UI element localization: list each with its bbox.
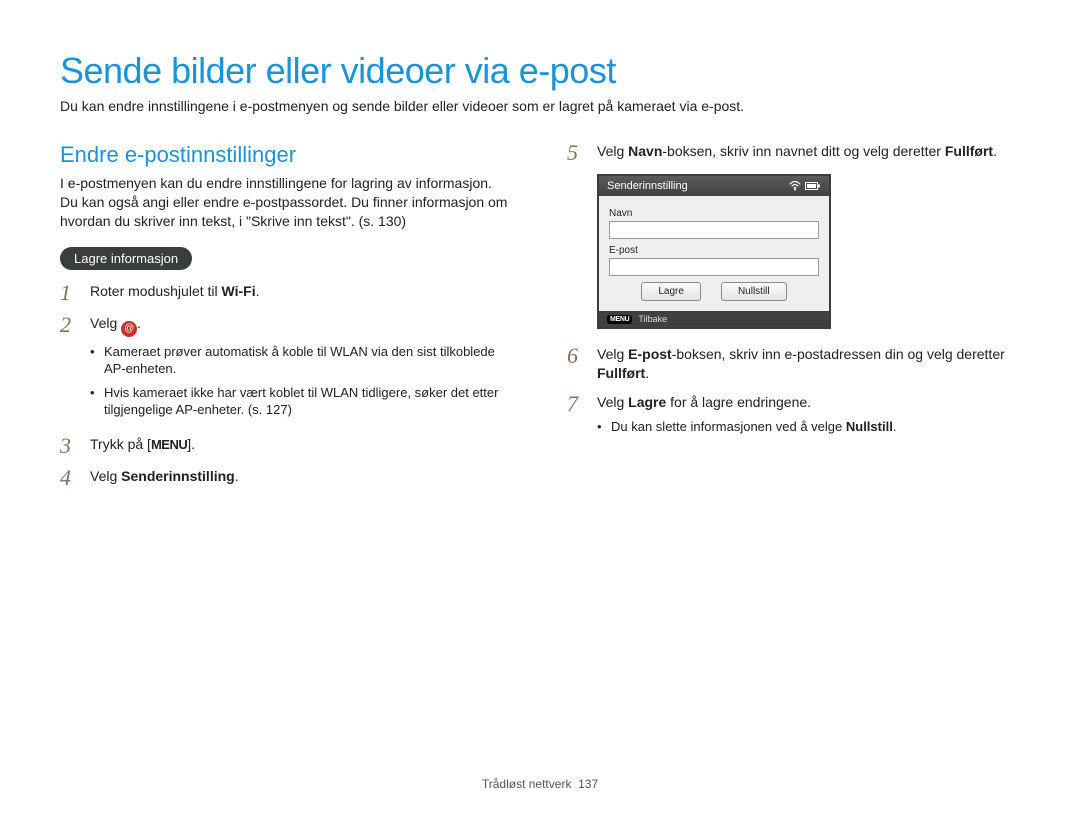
step-number: 5	[567, 142, 585, 164]
step-text: .	[256, 283, 260, 299]
dialog-title: Senderinnstilling	[607, 180, 789, 192]
step-text: Velg	[597, 143, 628, 159]
step-number: 7	[567, 393, 585, 415]
step-number: 3	[60, 435, 78, 457]
step-text: ].	[187, 436, 195, 452]
step-text: Trykk på [	[90, 436, 151, 452]
step-text: Velg	[90, 315, 121, 331]
step-number: 4	[60, 467, 78, 489]
substep: Kameraet prøver automatisk å koble til W…	[90, 343, 513, 378]
substep: Du kan slette informasjonen ved å velge …	[597, 418, 1020, 436]
section-subtitle: Endre e-postinnstillinger	[60, 142, 513, 168]
step-bold: Nullstill	[846, 419, 893, 434]
page-intro: Du kan endre innstillingene i e-postmeny…	[60, 98, 1020, 114]
step-7-sub: Du kan slette informasjonen ved å velge …	[597, 418, 1020, 436]
step-bold: Fullført	[597, 365, 645, 381]
step-bold: Fullført	[945, 143, 993, 159]
step-text: -boksen, skriv inn navnet ditt og velg d…	[662, 143, 944, 159]
name-field[interactable]	[609, 221, 819, 239]
topic-pill: Lagre informasjon	[60, 247, 192, 270]
page-footer: Trådløst nettverk 137	[0, 777, 1080, 791]
footer-section: Trådløst nettverk	[482, 777, 572, 791]
step-bold: Navn	[628, 143, 662, 159]
step-4: 4 Velg Senderinnstilling.	[60, 467, 513, 489]
substep: Hvis kameraet ikke har vært koblet til W…	[90, 384, 513, 419]
step-number: 2	[60, 314, 78, 336]
save-button[interactable]: Lagre	[641, 282, 701, 301]
step-2-sub: Kameraet prøver automatisk å koble til W…	[90, 343, 513, 419]
left-column: Endre e-postinnstillinger I e-postmenyen…	[60, 142, 513, 499]
step-bold: E-post	[628, 346, 672, 362]
steps-right: 5 Velg Navn-boksen, skriv inn navnet dit…	[567, 142, 1020, 164]
step-5: 5 Velg Navn-boksen, skriv inn navnet dit…	[567, 142, 1020, 164]
step-bold: Lagre	[628, 394, 666, 410]
dialog-footer: MENU Tilbake	[599, 311, 829, 327]
battery-icon	[805, 181, 821, 191]
step-1: 1 Roter modushjulet til Wi-Fi.	[60, 282, 513, 304]
step-3: 3 Trykk på [MENU].	[60, 435, 513, 457]
step-text: Velg	[90, 468, 121, 484]
step-text: .	[645, 365, 649, 381]
email-field-label: E-post	[609, 245, 819, 256]
step-text: -boksen, skriv inn e-postadressen din og…	[672, 346, 1005, 362]
step-text: Du kan slette informasjonen ved å velge	[611, 419, 846, 434]
step-text: for å lagre endringene.	[666, 394, 811, 410]
step-text: .	[893, 419, 897, 434]
reset-button[interactable]: Nullstill	[721, 282, 787, 301]
page-title: Sende bilder eller videoer via e-post	[60, 50, 1020, 92]
step-text: .	[137, 315, 141, 331]
back-label: Tilbake	[638, 314, 667, 324]
status-icons	[789, 181, 821, 191]
step-text: Velg	[597, 394, 628, 410]
step-7: 7 Velg Lagre for å lagre endringene. Du …	[567, 393, 1020, 441]
manual-page: Sende bilder eller videoer via e-post Du…	[0, 0, 1080, 815]
name-field-label: Navn	[609, 208, 819, 219]
email-field[interactable]	[609, 258, 819, 276]
email-icon	[121, 321, 137, 337]
menu-chip-icon: MENU	[607, 315, 632, 324]
step-text: Velg	[597, 346, 628, 362]
step-number: 1	[60, 282, 78, 304]
step-text: Roter modushjulet til	[90, 283, 222, 299]
step-2: 2 Velg . Kameraet prøver automatisk å ko…	[60, 314, 513, 425]
step-bold: Senderinnstilling	[121, 468, 235, 484]
menu-label: MENU	[151, 436, 187, 454]
dialog-header: Senderinnstilling	[599, 176, 829, 196]
steps-left: 1 Roter modushjulet til Wi-Fi. 2 Velg . …	[60, 282, 513, 489]
footer-page-number: 137	[578, 777, 598, 791]
step-text: .	[993, 143, 997, 159]
right-column: 5 Velg Navn-boksen, skriv inn navnet dit…	[567, 142, 1020, 499]
steps-right-2: 6 Velg E-post-boksen, skriv inn e-postad…	[567, 345, 1020, 441]
step-number: 6	[567, 345, 585, 367]
columns: Endre e-postinnstillinger I e-postmenyen…	[60, 142, 1020, 499]
camera-dialog: Senderinnstilling Navn E-post	[597, 174, 831, 329]
step-text: .	[235, 468, 239, 484]
dialog-body: Navn E-post Lagre Nullstill	[599, 196, 829, 311]
wifi-label: Wi-Fi	[222, 283, 256, 299]
wifi-icon	[789, 181, 801, 191]
section-paragraph: I e-postmenyen kan du endre innstillinge…	[60, 174, 513, 231]
step-6: 6 Velg E-post-boksen, skriv inn e-postad…	[567, 345, 1020, 383]
